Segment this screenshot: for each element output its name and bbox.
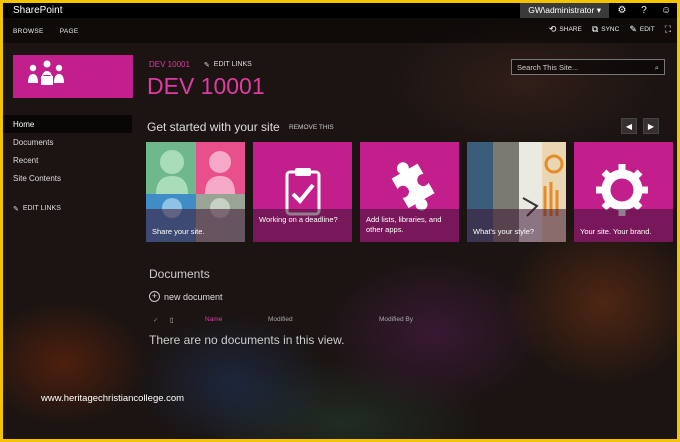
sync-label: SYNC — [601, 26, 620, 33]
site-logo[interactable] — [13, 55, 133, 98]
edit-links-label: EDIT LINKS — [213, 61, 252, 68]
tile-style[interactable]: What's your style? — [467, 142, 566, 242]
search-placeholder: Search This Site... — [517, 63, 579, 72]
tile-share[interactable]: Share your site. — [146, 142, 245, 242]
column-name[interactable]: Name — [205, 316, 222, 323]
gear-icon[interactable]: ⚙ — [617, 5, 627, 16]
checkmark-icon[interactable]: ✓ — [153, 316, 158, 324]
search-icon[interactable]: ⌕ — [655, 63, 659, 72]
nav-item-home[interactable]: Home — [3, 115, 132, 133]
search-input[interactable]: Search This Site... ⌕ — [511, 59, 665, 75]
get-started-title: Get started with your site — [147, 120, 280, 134]
people-logo-icon — [28, 60, 64, 85]
tile-caption: Working on a deadline? — [253, 209, 352, 242]
pencil-icon: ✎ — [203, 61, 210, 69]
next-arrow-icon[interactable]: ▶ — [643, 118, 659, 134]
site-title[interactable]: DEV 10001 — [147, 73, 265, 100]
breadcrumb-site-link[interactable]: DEV 10001 — [149, 60, 190, 69]
tab-browse[interactable]: BROWSE — [13, 28, 44, 35]
tile-caption: Add lists, libraries, and other apps. — [360, 209, 459, 242]
tab-page[interactable]: PAGE — [60, 28, 79, 35]
share-label: SHARE — [559, 26, 582, 33]
edit-label: EDIT — [639, 26, 655, 33]
nav-item-documents[interactable]: Documents — [3, 133, 132, 151]
nav-item-site-contents[interactable]: Site Contents — [3, 169, 132, 187]
share-button[interactable]: ⟲ SHARE — [549, 24, 582, 35]
tile-caption: What's your style? — [467, 209, 566, 242]
focus-button[interactable]: ⛶ — [665, 24, 671, 35]
tile-brand[interactable]: Your site. Your brand. — [574, 142, 673, 242]
user-menu[interactable]: GW\administrator ▾ — [520, 3, 609, 18]
tile-deadline[interactable]: Working on a deadline? — [253, 142, 352, 242]
tile-caption: Share your site. — [146, 209, 245, 242]
suite-brand[interactable]: SharePoint — [3, 5, 520, 16]
sync-button[interactable]: ⧉ SYNC — [592, 24, 620, 35]
documents-title[interactable]: Documents — [149, 267, 210, 281]
get-started-tiles: Share your site. Working on a deadline? … — [146, 142, 677, 242]
pencil-icon: ✎ — [629, 24, 637, 34]
edit-button[interactable]: ✎ EDIT — [629, 24, 654, 35]
plus-circle-icon: + — [149, 291, 160, 302]
new-document-button[interactable]: + new document — [149, 291, 223, 302]
file-type-icon: ▯ — [170, 317, 174, 324]
sync-icon: ⧉ — [591, 24, 599, 34]
smiley-icon[interactable]: ☺ — [661, 5, 671, 16]
watermark-text: www.heritagechristiancollege.com — [41, 393, 185, 404]
pencil-icon: ✎ — [13, 206, 19, 213]
focus-on-content-icon: ⛶ — [664, 24, 671, 34]
help-icon[interactable]: ? — [639, 5, 649, 16]
new-document-label: new document — [164, 291, 223, 302]
previous-arrow-icon[interactable]: ◀ — [621, 118, 637, 134]
tile-caption: Your site. Your brand. — [574, 209, 673, 242]
documents-column-header: ✓ ▯ Name Modified Modified By — [149, 314, 549, 326]
edit-links-label: EDIT LINKS — [22, 205, 61, 212]
edit-links-top[interactable]: ✎ EDIT LINKS — [204, 61, 252, 69]
ribbon: BROWSE PAGE ⟲ SHARE ⧉ SYNC ✎ EDIT ⛶ — [3, 18, 677, 43]
sharepoint-page: SharePoint GW\administrator ▾ ⚙ ? ☺ BROW… — [3, 3, 677, 439]
share-icon: ⟲ — [548, 24, 557, 34]
empty-list-message: There are no documents in this view. — [149, 333, 345, 347]
tile-add-apps[interactable]: Add lists, libraries, and other apps. — [360, 142, 459, 242]
remove-this-link[interactable]: REMOVE THIS — [289, 124, 334, 131]
column-modified[interactable]: Modified — [268, 316, 293, 323]
column-modified-by[interactable]: Modified By — [379, 316, 413, 323]
edit-links-nav[interactable]: ✎ EDIT LINKS — [3, 187, 132, 213]
suite-bar: SharePoint GW\administrator ▾ ⚙ ? ☺ — [3, 3, 677, 18]
quick-launch: Home Documents Recent Site Contents ✎ ED… — [3, 115, 132, 213]
nav-item-recent[interactable]: Recent — [3, 151, 132, 169]
